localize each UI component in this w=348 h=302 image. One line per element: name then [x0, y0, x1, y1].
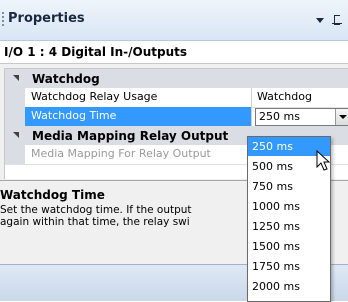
object-name: I/O 1 : 4 Digital In-/Outputs [4, 45, 188, 59]
select-value: 250 ms [259, 110, 300, 123]
property-name: Watchdog Relay Usage [25, 88, 252, 107]
property-value-editor: 250 ms [253, 107, 348, 126]
dropdown-option[interactable]: 1000 ms [248, 197, 330, 216]
property-row-watchdog-time[interactable]: Watchdog Time 250 ms [5, 107, 348, 127]
dropdown-option[interactable]: 2000 ms [248, 277, 330, 296]
category-label: Watchdog [32, 72, 100, 86]
mouse-cursor-icon [316, 150, 331, 171]
drag-grip-icon[interactable] [2, 12, 4, 28]
row-gutter [5, 88, 25, 107]
dropdown-option[interactable]: 1250 ms [248, 217, 330, 236]
dropdown-arrow-icon[interactable] [335, 109, 348, 125]
watchdog-time-select[interactable]: 250 ms [255, 108, 348, 126]
dropdown-option[interactable]: 1750 ms [248, 257, 330, 276]
row-gutter [5, 145, 25, 164]
property-value[interactable]: Watchdog [253, 88, 348, 107]
collapse-triangle-icon[interactable] [13, 75, 19, 81]
property-name: Watchdog Time [25, 107, 252, 126]
panel-title: Properties [8, 11, 85, 26]
title-bar: Properties [0, 0, 348, 41]
row-gutter [5, 107, 25, 126]
description-line: again within that time, the relay swi [0, 216, 190, 228]
object-selector[interactable]: I/O 1 : 4 Digital In-/Outputs [0, 41, 348, 64]
property-name: Media Mapping For Relay Output [25, 145, 252, 164]
category-watchdog[interactable]: Watchdog [5, 69, 348, 88]
property-row-watchdog-relay-usage[interactable]: Watchdog Relay Usage Watchdog [5, 88, 348, 108]
description-line: Set the watchdog time. If the output [0, 204, 192, 216]
pin-icon[interactable] [332, 13, 346, 27]
dropdown-option[interactable]: 1500 ms [248, 237, 330, 256]
properties-panel: Properties I/O 1 : 4 Digital In-/Outputs… [0, 0, 348, 302]
category-label: Media Mapping Relay Output [32, 129, 229, 143]
description-title: Watchdog Time [0, 188, 105, 202]
description-text: Set the watchdog time. If the output aga… [0, 204, 250, 228]
dropdown-option[interactable]: 750 ms [248, 177, 330, 196]
collapse-triangle-icon[interactable] [13, 132, 19, 138]
window-menu-chevron-icon[interactable] [313, 13, 327, 27]
